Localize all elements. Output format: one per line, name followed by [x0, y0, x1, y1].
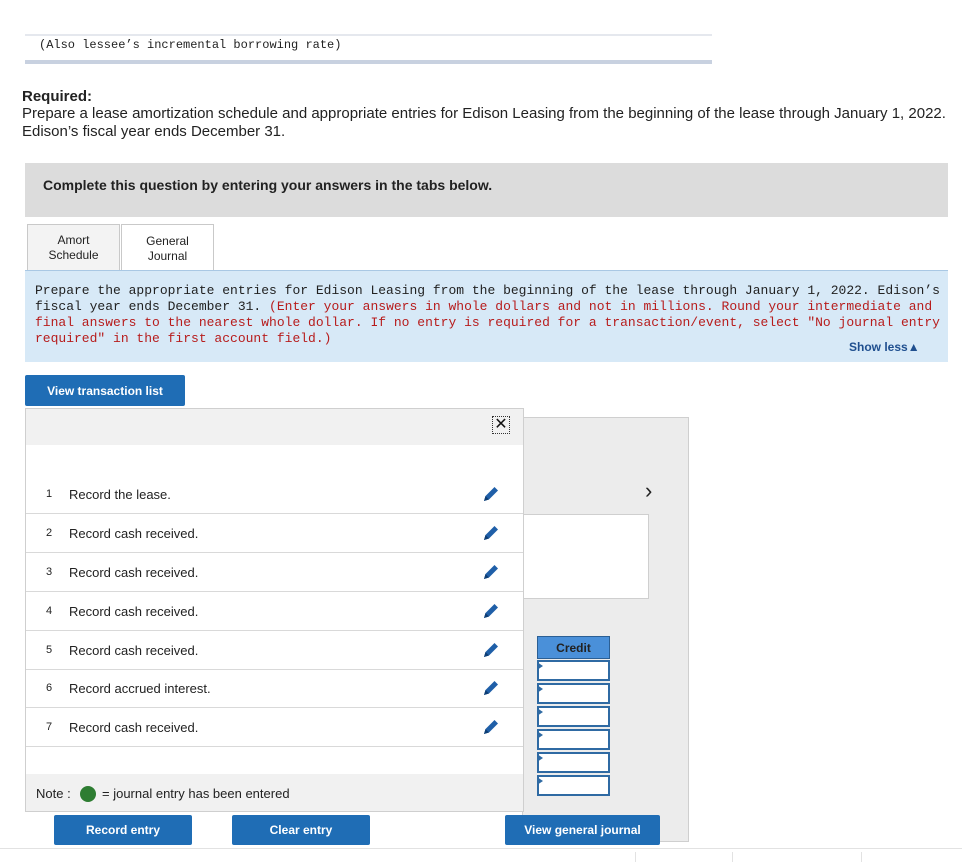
pencil-edit-icon[interactable] [481, 562, 501, 582]
transaction-row-4[interactable]: 4 Record cash received. [26, 592, 523, 631]
pencil-edit-icon[interactable] [481, 640, 501, 660]
transaction-list-header [26, 409, 523, 445]
transaction-description: Record cash received. [69, 720, 199, 735]
tab-general-line2: Journal [147, 249, 188, 263]
transaction-number: 3 [46, 566, 53, 578]
transaction-row-2[interactable]: 2 Record cash received. [26, 514, 523, 553]
transaction-row-6[interactable]: 6 Record accrued interest. [26, 669, 523, 708]
record-entry-button[interactable]: Record entry [54, 815, 192, 845]
tab-general-journal[interactable]: General Journal [121, 224, 214, 273]
pencil-edit-icon[interactable] [481, 678, 501, 698]
note-label: Note : [36, 786, 71, 801]
entry-description-box [523, 514, 649, 599]
row-marker-icon [537, 777, 543, 785]
tab-amort-line1: Amort [57, 232, 90, 247]
view-general-journal-button[interactable]: View general journal [505, 815, 660, 845]
pencil-edit-icon[interactable] [481, 523, 501, 543]
next-chevron-icon[interactable]: › [645, 478, 652, 504]
transaction-number: 1 [46, 488, 53, 500]
incremental-rate-note: (Also lessee’s incremental borrowing rat… [39, 38, 342, 52]
required-label: Required: [22, 88, 93, 105]
credit-input[interactable] [537, 752, 610, 773]
pencil-edit-icon[interactable] [481, 484, 501, 504]
note-text: = journal entry has been entered [102, 786, 290, 801]
transaction-description: Record cash received. [69, 565, 199, 580]
tab-amort-schedule[interactable]: Amort Schedule [27, 224, 120, 271]
credit-input[interactable] [537, 775, 610, 796]
transaction-number: 2 [46, 527, 53, 539]
show-less-link[interactable]: Show less▲ [849, 340, 920, 354]
instructions-text: Prepare the appropriate entries for Edis… [35, 283, 940, 347]
pencil-edit-icon[interactable] [481, 717, 501, 737]
view-transaction-list-button[interactable]: View transaction list [25, 375, 185, 406]
divider-tick [635, 852, 636, 862]
transaction-description: Record cash received. [69, 526, 199, 541]
row-marker-icon [537, 731, 543, 739]
transaction-row-3[interactable]: 3 Record cash received. [26, 553, 523, 592]
transaction-row-1[interactable]: 1 Record the lease. [26, 475, 523, 514]
credit-input[interactable] [537, 729, 610, 750]
transaction-row-7[interactable]: 7 Record cash received. [26, 708, 523, 747]
row-marker-icon [537, 662, 543, 670]
transaction-number: 4 [46, 605, 53, 617]
credit-input[interactable] [537, 660, 610, 681]
divider-tick [861, 852, 862, 862]
row-marker-icon [537, 685, 543, 693]
required-text: Prepare a lease amortization schedule an… [22, 105, 946, 140]
transaction-description: Record the lease. [69, 487, 171, 502]
transaction-description: Record accrued interest. [69, 681, 211, 696]
row-marker-icon [537, 708, 543, 716]
transaction-description: Record cash received. [69, 643, 199, 658]
transaction-description: Record cash received. [69, 604, 199, 619]
bottom-divider [0, 848, 962, 863]
transaction-number: 6 [46, 682, 53, 694]
close-icon[interactable]: ✕ [492, 416, 510, 434]
pencil-edit-icon[interactable] [481, 601, 501, 621]
credit-column-header: Credit [537, 636, 610, 659]
clear-entry-button[interactable]: Clear entry [232, 815, 370, 845]
credit-input[interactable] [537, 683, 610, 704]
divider-tick [732, 852, 733, 862]
tab-general-line1: General [146, 234, 189, 248]
transaction-number: 5 [46, 644, 53, 656]
transaction-number: 7 [46, 721, 53, 733]
credit-input[interactable] [537, 706, 610, 727]
transaction-row-5[interactable]: 5 Record cash received. [26, 631, 523, 670]
tab-amort-line2: Schedule [48, 247, 99, 262]
row-marker-icon [537, 754, 543, 762]
entered-indicator-icon [80, 786, 96, 802]
complete-question-text: Complete this question by entering your … [43, 177, 493, 193]
